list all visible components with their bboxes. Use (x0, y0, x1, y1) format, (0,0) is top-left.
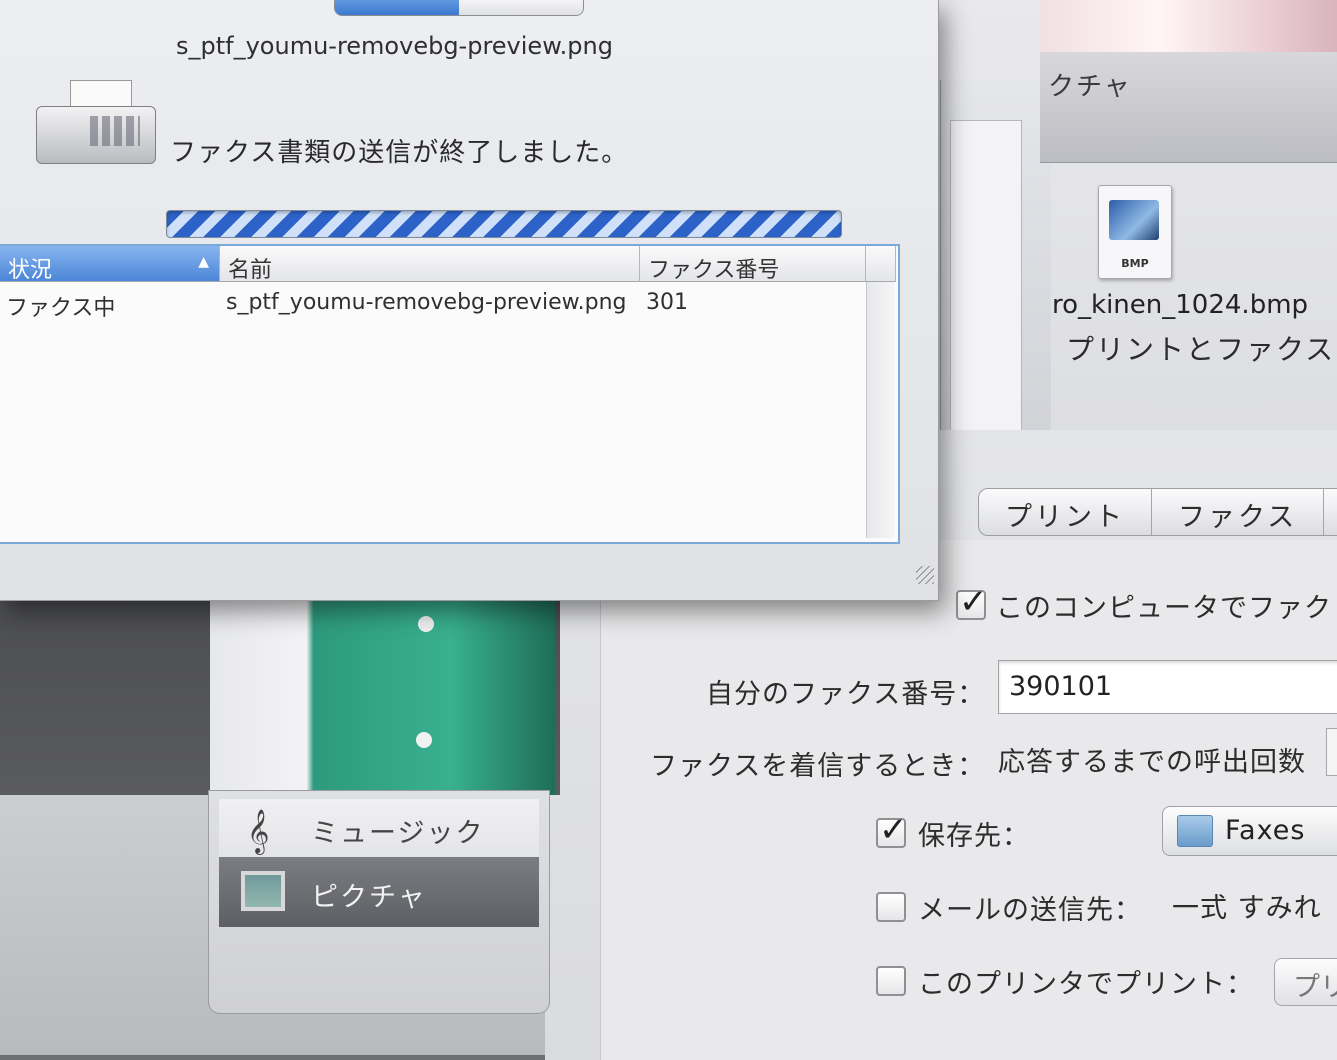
my-fax-number-field[interactable]: 390101 (998, 660, 1337, 714)
my-fax-number-label: 自分のファクス番号： (706, 679, 986, 710)
queue-toolbar-button[interactable] (335, 0, 459, 15)
image-button-dot (416, 732, 432, 748)
save-to-folder-value: Faxes (1225, 815, 1306, 846)
email-to-checkbox[interactable] (876, 892, 906, 922)
bmp-preview-image (1109, 200, 1159, 240)
table-scrollbar[interactable] (866, 282, 895, 538)
fax-queue-window: s_ptf_youmu-removebg-preview.png ファクス書類の… (0, 0, 939, 601)
print-on-printer-checkbox[interactable] (876, 966, 906, 996)
sidebar-item-label: ピクチャ (311, 882, 427, 913)
on-receive-label: ファクスを着信するとき： (650, 751, 986, 782)
column-header-name[interactable]: 名前 (220, 246, 640, 283)
column-header-label: 状況 (8, 258, 53, 283)
anime-character-image (210, 590, 555, 795)
sort-ascending-icon: ▲ (198, 254, 209, 270)
email-to-value[interactable]: 一式 すみれ (1172, 886, 1322, 925)
my-fax-number-value: 390101 (1009, 671, 1113, 702)
folder-icon (1177, 815, 1213, 847)
music-note-icon: 𝄞 (247, 809, 272, 853)
fax-machine-icon (36, 80, 156, 172)
prefs-section-title: プリントとファクス (1066, 333, 1336, 366)
column-header-spacer (866, 246, 896, 282)
job-progress-bar (166, 210, 842, 238)
save-to-folder-popup[interactable]: Faxes (1162, 806, 1337, 856)
tab-fax[interactable]: ファクス (1152, 489, 1325, 535)
save-to-checkbox[interactable] (876, 810, 908, 850)
receive-fax-label: このコンピュータでファク (996, 593, 1332, 624)
fax-job-table: 状況 ▲ 名前 ファクス番号 ファクス中 s_ptf_youmu-removeb… (0, 244, 900, 544)
file-type-label: BMP (1121, 257, 1149, 270)
job-status-cell[interactable]: ファクス中 (6, 290, 115, 322)
job-name-cell[interactable]: s_ptf_youmu-removebg-preview.png (226, 290, 627, 315)
printer-select-popup[interactable]: プリ (1274, 958, 1337, 1006)
picture-frame-icon (241, 871, 285, 911)
resize-grip-icon[interactable] (916, 566, 934, 584)
tab-sharing[interactable]: 共 (1324, 489, 1337, 535)
column-header-label: 名前 (228, 258, 273, 283)
email-to-label: メールの送信先： (918, 895, 1142, 926)
file-name-label[interactable]: ro_kinen_1024.bmp (1052, 290, 1308, 320)
background-window-list (950, 120, 1022, 452)
bmp-file-icon[interactable]: BMP (1098, 185, 1172, 279)
fax-keypad (90, 116, 140, 146)
finder-toolbar: クチャ (1040, 52, 1337, 163)
sidebar-item-label: ミュージック (311, 818, 485, 849)
sidebar-item-music[interactable]: 𝄞 ミュージック (219, 799, 539, 859)
printer-select-value: プリ (1293, 972, 1337, 1003)
rings-count-field[interactable] (1326, 728, 1337, 776)
rings-before-answer-label: 応答するまでの呼出回数 (998, 747, 1306, 778)
finder-sidebar: 𝄞 ミュージック ピクチャ (208, 790, 550, 1014)
column-header-status[interactable]: 状況 ▲ (0, 246, 220, 283)
desktop-wallpaper (1040, 0, 1337, 54)
job-fax-number-cell[interactable]: 301 (646, 290, 688, 315)
save-to-label: 保存先： (918, 821, 1030, 852)
receive-fax-checkbox[interactable] (956, 582, 988, 622)
print-on-printer-label: このプリンタでプリント： (918, 969, 1254, 1000)
column-header-fax-number[interactable]: ファクス番号 (640, 246, 866, 283)
current-job-filename: s_ptf_youmu-removebg-preview.png (176, 32, 613, 60)
prefs-tab-bar: プリント ファクス 共 (978, 488, 1337, 536)
image-button-dot (418, 616, 434, 632)
job-status-message: ファクス書類の送信が終了しました。 (170, 138, 629, 168)
queue-toolbar-button[interactable] (459, 0, 583, 15)
column-header-label: ファクス番号 (648, 258, 780, 283)
tab-print[interactable]: プリント (979, 489, 1152, 535)
finder-window-title: クチャ (1048, 72, 1132, 102)
sidebar-item-pictures[interactable]: ピクチャ (219, 857, 539, 927)
queue-toolbar-segment (334, 0, 584, 16)
